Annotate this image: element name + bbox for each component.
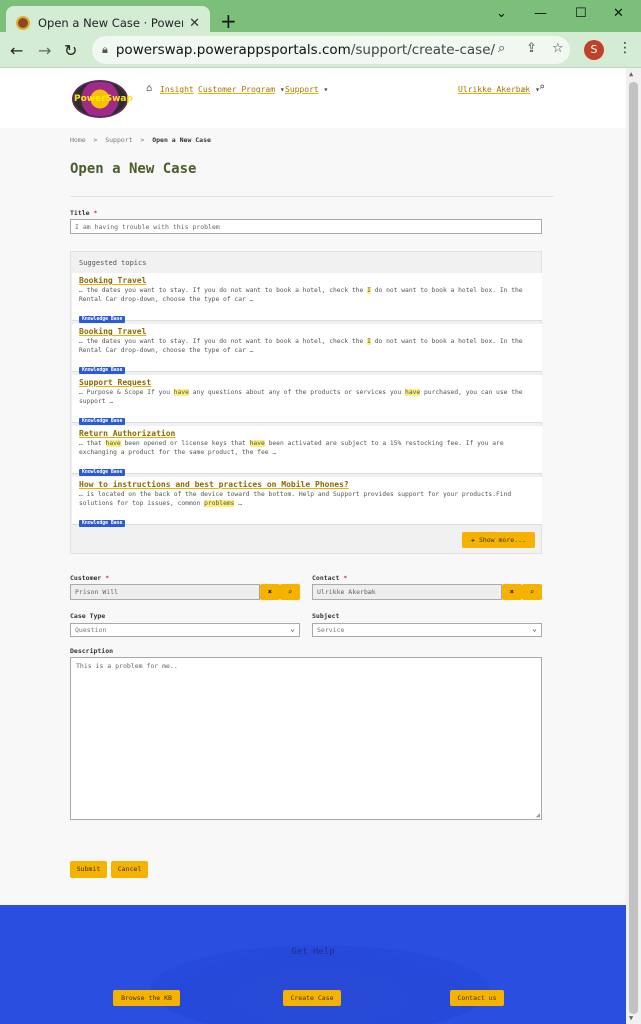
scrollbar-thumb[interactable] [629, 82, 638, 1014]
page-scrollbar[interactable]: ▲ ▼ [626, 68, 641, 1024]
chevron-down-icon[interactable]: ⌄ [496, 6, 507, 21]
subject-select[interactable]: Service ⌄ [312, 623, 542, 637]
submit-button[interactable]: Submit [70, 861, 107, 878]
description-textarea[interactable]: This is a problem for me.. ◢ [70, 657, 542, 820]
nav-support[interactable]: Support ▾ [285, 85, 328, 94]
divider [70, 196, 554, 197]
resize-handle-icon[interactable]: ◢ [536, 811, 540, 819]
close-window-icon[interactable]: ✕ [613, 6, 624, 21]
list-item: Booking Travel … the dates you want to s… [72, 273, 542, 323]
page-title: Open a New Case [70, 161, 197, 177]
url-host: powerswap.powerappsportals.com [115, 42, 351, 58]
zoom-icon[interactable]: ⌕ [498, 41, 505, 56]
nav-user-menu[interactable]: Ulrikke Akerbæk ▾ [458, 85, 540, 94]
customer-clear-icon[interactable]: ✖ [260, 584, 280, 600]
scroll-up-icon[interactable]: ▲ [629, 70, 633, 78]
nav-customer-program[interactable]: Customer Program ▾ [198, 85, 285, 94]
home-icon[interactable]: ⌂ [146, 83, 152, 94]
topic-title-link[interactable]: Booking Travel [79, 276, 535, 285]
share-icon[interactable]: ⇪ [526, 41, 537, 56]
customer-search-icon[interactable]: ⌕ [280, 584, 300, 600]
plus-icon: ✚ [471, 536, 476, 544]
list-item: Booking Travel … the dates you want to s… [72, 324, 542, 374]
new-tab-button[interactable]: + [220, 9, 237, 33]
favicon-icon [16, 16, 30, 30]
create-case-button[interactable]: Create Case [283, 990, 341, 1006]
topic-excerpt: … the dates you want to stay. If you do … [79, 338, 523, 354]
back-icon[interactable]: ← [10, 41, 23, 60]
knowledge-base-badge: Knowledge Base [79, 519, 126, 527]
breadcrumb: Home > Support > Open a New Case [70, 136, 211, 144]
title-input[interactable]: I am having trouble with this problem [70, 219, 542, 234]
customer-label: Customer * [70, 574, 110, 582]
search-icon[interactable]: ⌕ [539, 82, 545, 93]
contact-clear-icon[interactable]: ✖ [502, 584, 522, 600]
knowledge-base-badge: Knowledge Base [79, 315, 126, 323]
site-logo[interactable]: PowerSwap [72, 80, 133, 118]
lock-icon: 🔒︎ [102, 43, 108, 56]
subject-label: Subject [312, 612, 340, 620]
contact-search-icon[interactable]: ⌕ [522, 584, 542, 600]
topic-title-link[interactable]: How to instructions and best practices o… [79, 480, 535, 489]
logo-text: PowerSwap [74, 94, 133, 104]
title-label: Title * [70, 209, 98, 217]
chevron-down-icon: ⌄ [532, 624, 537, 633]
show-more-button[interactable]: ✚ Show more... [462, 532, 535, 548]
maximize-icon[interactable]: ☐ [575, 6, 587, 21]
footer-title: Get Help [291, 947, 335, 957]
address-bar: ← → ↻ 🔒︎ powerswap.powerappsportals.com/… [0, 32, 641, 68]
browse-kb-button[interactable]: Browse the KB [113, 990, 180, 1006]
contact-label: Contact * [312, 574, 348, 582]
topic-title-link[interactable]: Booking Travel [79, 327, 535, 336]
breadcrumb-current: Open a New Case [152, 136, 211, 144]
breadcrumb-support[interactable]: Support [105, 136, 132, 144]
cancel-button[interactable]: Cancel [111, 861, 148, 878]
list-item: Return Authorization … that have been op… [72, 426, 542, 476]
footer: Get Help Browse the KB Create Case Conta… [0, 905, 626, 1024]
nav-insight[interactable]: Insight [160, 85, 194, 94]
topic-excerpt: … is located on the back of the device t… [79, 491, 512, 507]
topic-title-link[interactable]: Return Authorization [79, 429, 535, 438]
case-type-label: Case Type [70, 612, 106, 620]
knowledge-base-badge: Knowledge Base [79, 417, 126, 425]
reload-icon[interactable]: ↻ [64, 41, 77, 60]
list-item: Support Request … Purpose & Scope If you… [72, 375, 542, 425]
knowledge-base-badge: Knowledge Base [79, 366, 126, 374]
suggested-topics-panel: Suggested topics Booking Travel … the da… [70, 251, 542, 554]
contact-lookup-field[interactable]: Ulrikke Akerbæk [312, 584, 502, 600]
minimize-icon[interactable]: — [534, 6, 547, 21]
case-type-select[interactable]: Question ⌄ [70, 623, 300, 637]
knowledge-base-badge: Knowledge Base [79, 468, 126, 476]
url-path: /support/create-case/ [350, 42, 496, 58]
tab-title: Open a New Case · PowerSwap c [38, 16, 183, 30]
menu-kebab-icon[interactable]: ⋮ [618, 40, 632, 56]
chevron-down-icon: ⌄ [290, 624, 295, 633]
suggested-topics-heading: Suggested topics [79, 259, 147, 267]
list-item: How to instructions and best practices o… [72, 477, 542, 527]
tab-close-icon[interactable]: ✕ [189, 16, 200, 31]
bookmark-star-icon[interactable]: ☆ [552, 41, 564, 56]
url-field[interactable]: 🔒︎ powerswap.powerappsportals.com/suppor… [92, 36, 570, 64]
topic-excerpt: … the dates you want to stay. If you do … [79, 287, 523, 303]
topic-excerpt: … Purpose & Scope If you have any questi… [79, 389, 523, 405]
description-label: Description [70, 647, 114, 655]
topic-excerpt: … that have been opened or license keys … [79, 440, 504, 456]
scroll-down-icon[interactable]: ▼ [629, 1014, 633, 1022]
customer-lookup-field[interactable]: Prison Will [70, 584, 260, 600]
contact-us-button[interactable]: Contact us [450, 990, 504, 1006]
forward-icon[interactable]: → [38, 41, 51, 60]
breadcrumb-home[interactable]: Home [70, 136, 86, 144]
topic-title-link[interactable]: Support Request [79, 378, 535, 387]
profile-avatar[interactable]: S [584, 40, 604, 60]
